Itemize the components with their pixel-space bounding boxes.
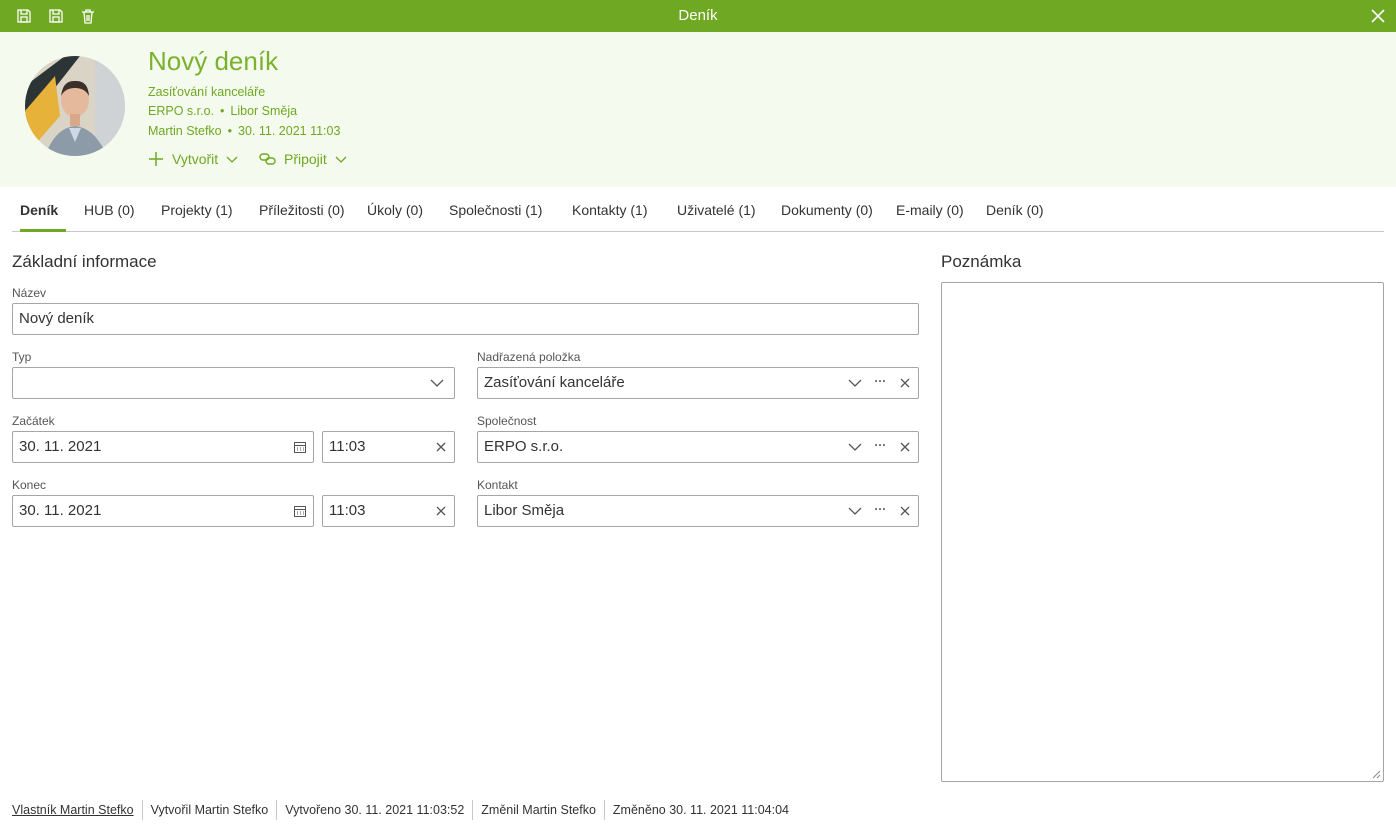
created-by: Vytvořil Martin Stefko <box>141 800 277 820</box>
clear-icon[interactable] <box>898 440 912 454</box>
record-datetime: 30. 11. 2021 11:03 <box>238 124 341 138</box>
end-time-value: 11:03 <box>329 502 366 519</box>
parent-value: Zasíťování kanceláře <box>484 374 625 391</box>
tab-opportunities[interactable]: Příležitosti (0) <box>259 202 345 218</box>
name-value: Nový deník <box>19 310 95 327</box>
start-time-value: 11:03 <box>329 438 366 455</box>
chevron-down-icon <box>335 153 347 165</box>
start-date-value: 30. 11. 2021 <box>19 438 102 455</box>
title-bar: Deník <box>0 0 1396 32</box>
tab-denik[interactable]: Deník <box>20 202 58 218</box>
tab-companies[interactable]: Společnosti (1) <box>449 202 542 218</box>
plus-icon <box>148 151 164 167</box>
trash-icon[interactable] <box>79 7 97 25</box>
modified-at: Změněno 30. 11. 2021 11:04:04 <box>603 800 797 820</box>
author-name[interactable]: Martin Stefko <box>148 124 222 138</box>
avatar <box>25 56 125 156</box>
parent-label: Nadřazená položka <box>477 350 581 364</box>
clear-icon[interactable] <box>898 504 912 518</box>
resize-handle-icon[interactable] <box>1371 769 1381 779</box>
create-label: Vytvořit <box>172 151 219 167</box>
tab-projects[interactable]: Projekty (1) <box>161 202 233 218</box>
modified-by: Změnil Martin Stefko <box>472 800 604 820</box>
chevron-down-icon <box>226 153 238 165</box>
chevron-down-icon[interactable] <box>848 440 862 454</box>
end-label: Konec <box>12 478 47 492</box>
section-title: Základní informace <box>12 252 157 271</box>
record-title: Nový deník <box>148 46 279 76</box>
company-link[interactable]: ERPO s.r.o. <box>148 104 214 118</box>
tab-journal[interactable]: Deník (0) <box>986 202 1044 218</box>
parent-name[interactable]: Zasíťování kanceláře <box>148 85 265 99</box>
company-select[interactable]: ERPO s.r.o. <box>477 431 919 463</box>
end-date-value: 30. 11. 2021 <box>19 502 102 519</box>
tab-users[interactable]: Uživatelé (1) <box>677 202 756 218</box>
parent-link[interactable]: Zasíťování kanceláře <box>148 85 265 99</box>
created-at: Vytvořeno 30. 11. 2021 11:03:52 <box>276 800 472 820</box>
close-icon[interactable] <box>1368 6 1388 26</box>
start-date-field[interactable]: 30. 11. 2021 <box>12 431 314 463</box>
meta-separator: • <box>227 124 233 138</box>
tab-hub[interactable]: HUB (0) <box>84 202 135 218</box>
note-title: Poznámka <box>941 252 1022 271</box>
create-button[interactable]: Vytvořit <box>148 151 238 167</box>
tab-documents[interactable]: Dokumenty (0) <box>781 202 873 218</box>
calendar-icon[interactable] <box>293 504 307 518</box>
end-date-field[interactable]: 30. 11. 2021 <box>12 495 314 527</box>
author-line: Martin Stefko • 30. 11. 2021 11:03 <box>148 124 340 138</box>
window-title: Deník <box>678 7 718 24</box>
connect-label: Připojit <box>284 151 327 167</box>
end-time-field[interactable]: 11:03 <box>322 495 455 527</box>
contact-link[interactable]: Libor Směja <box>230 104 297 118</box>
save-icon[interactable] <box>47 7 65 25</box>
tab-tasks[interactable]: Úkoly (0) <box>367 202 423 218</box>
type-select[interactable] <box>12 367 455 399</box>
clear-icon[interactable] <box>434 504 448 518</box>
name-label: Název <box>12 286 47 300</box>
calendar-icon[interactable] <box>293 440 307 454</box>
meta-separator: • <box>220 104 225 118</box>
more-icon[interactable] <box>873 376 887 390</box>
company-value: ERPO s.r.o. <box>484 438 564 455</box>
tab-emails[interactable]: E-maily (0) <box>896 202 964 218</box>
more-icon[interactable] <box>873 440 887 454</box>
clear-icon[interactable] <box>898 376 912 390</box>
contact-label: Kontakt <box>477 478 518 492</box>
record-header: Nový deník Zasíťování kanceláře ERPO s.r… <box>0 32 1396 187</box>
start-label: Začátek <box>12 414 55 428</box>
chevron-down-icon[interactable] <box>848 504 862 518</box>
more-icon[interactable] <box>873 504 887 518</box>
contact-select[interactable]: Libor Směja <box>477 495 919 527</box>
contact-value: Libor Směja <box>484 502 565 519</box>
tab-contacts[interactable]: Kontakty (1) <box>572 202 647 218</box>
start-time-field[interactable]: 11:03 <box>322 431 455 463</box>
chevron-down-icon[interactable] <box>430 376 444 390</box>
type-label: Typ <box>12 350 32 364</box>
clear-icon[interactable] <box>434 440 448 454</box>
connect-button[interactable]: Připojit <box>259 151 347 167</box>
parent-select[interactable]: Zasíťování kanceláře <box>477 367 919 399</box>
name-field[interactable]: Nový deník <box>12 303 919 335</box>
chevron-down-icon[interactable] <box>848 376 862 390</box>
owner-link[interactable]: Vlastník Martin Stefko <box>12 800 142 820</box>
link-icon <box>259 152 276 166</box>
save-close-icon[interactable] <box>15 7 33 25</box>
record-footer: Vlastník Martin Stefko Vytvořil Martin S… <box>12 800 797 820</box>
company-contact-line: ERPO s.r.o. • Libor Směja <box>148 104 297 118</box>
tab-bar: Deník HUB (0) Projekty (1) Příležitosti … <box>12 188 1384 232</box>
company-label: Společnost <box>477 414 537 428</box>
note-textarea[interactable] <box>941 282 1384 782</box>
active-tab-indicator <box>20 229 66 232</box>
